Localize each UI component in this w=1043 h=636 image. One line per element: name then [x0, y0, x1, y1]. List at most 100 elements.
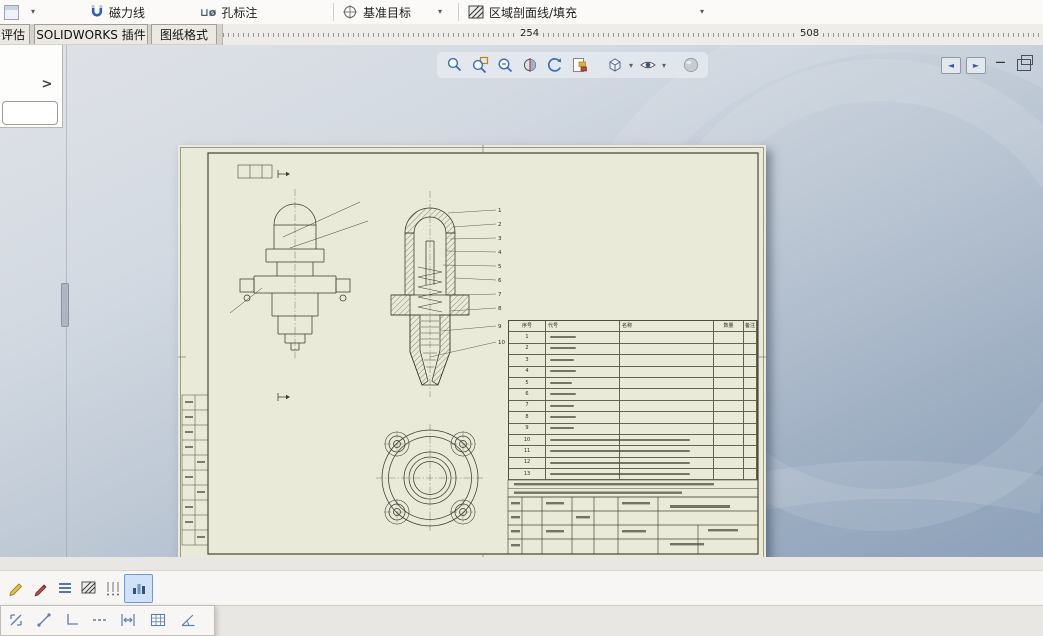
ruler-label: 508 — [796, 28, 823, 39]
bom-cell — [714, 435, 744, 446]
view-settings-sphere-button[interactable] — [679, 54, 702, 77]
bom-cell: 13 — [509, 469, 546, 480]
rotate-view-button[interactable] — [543, 54, 566, 77]
tab-sheet-format[interactable]: 图纸格式 — [151, 24, 217, 44]
bom-cell — [744, 355, 757, 366]
feature-manager-pane: > — [0, 45, 63, 128]
restore-button[interactable] — [1017, 59, 1031, 71]
bom-header-cell: 备注 — [744, 321, 757, 332]
ruler-label: 254 — [516, 28, 543, 39]
bom-cell — [744, 332, 757, 343]
area-hatch-button[interactable]: 区域剖面线/填充 — [464, 0, 581, 24]
next-window-button[interactable]: ► — [966, 57, 986, 74]
bom-cell — [744, 446, 757, 457]
dashed-line-tool-button[interactable] — [91, 611, 109, 629]
zoom-area-button[interactable] — [468, 54, 491, 77]
revision-table — [182, 395, 208, 545]
magnet-line-label: 磁力线 — [109, 4, 145, 21]
minimize-button[interactable]: — — [994, 57, 1007, 68]
angle-tool-button[interactable] — [179, 611, 197, 629]
bom-cell: 6 — [509, 389, 546, 400]
tab-sheet-format-label: 图纸格式 — [160, 26, 208, 43]
svg-text:9: 9 — [498, 324, 502, 330]
svg-text:3: 3 — [498, 236, 502, 242]
datum-target-button[interactable]: 基准目标 — [338, 0, 415, 24]
bom-header-cell: 名称 — [620, 321, 714, 332]
zoom-fit-button[interactable] — [443, 54, 466, 77]
hole-callout-icon: ⊔ø — [200, 6, 216, 19]
bom-cell: 1 — [509, 332, 546, 343]
previous-window-button[interactable]: ◄ — [941, 57, 961, 74]
selected-tool-button[interactable] — [124, 574, 153, 603]
bom-table[interactable]: 序号代号名称数量备注12345678910111213 — [508, 320, 758, 480]
front-view — [230, 170, 368, 401]
ruler-ticks — [223, 33, 1043, 37]
dropdown-caret-icon[interactable]: ▾ — [438, 7, 442, 16]
line-tool-button[interactable] — [35, 611, 53, 629]
bom-cell — [714, 458, 744, 469]
pen-tool-button[interactable] — [32, 579, 50, 597]
zoom-button[interactable] — [493, 54, 516, 77]
bom-cell: 8 — [509, 412, 546, 423]
drawing-sheet[interactable]: 1 2 3 4 5 6 7 8 9 10 — [178, 145, 766, 562]
annotation-toolbar — [0, 570, 1043, 606]
dropdown-caret-icon[interactable]: ▾ — [662, 61, 666, 70]
dropdown-caret-icon[interactable]: ▾ — [31, 7, 35, 16]
highlighter-tool-button[interactable] — [8, 579, 26, 597]
bom-cell — [714, 367, 744, 378]
bom-cell — [546, 367, 620, 378]
bom-cell: 10 — [509, 435, 546, 446]
bom-cell — [744, 469, 757, 480]
tab-bar: 评估 SOLIDWORKS 插件 图纸格式 254 508 — [0, 24, 1043, 46]
display-style-button[interactable] — [636, 54, 659, 77]
bom-header-cell: 代号 — [546, 321, 620, 332]
bom-header-cell: 序号 — [509, 321, 546, 332]
magnet-line-button[interactable]: 磁力线 — [86, 0, 149, 24]
grid-icon[interactable] — [4, 5, 19, 20]
pane-scrollbar-thumb[interactable] — [61, 283, 69, 327]
bom-cell: 3 — [509, 355, 546, 366]
magnet-icon — [90, 4, 104, 20]
bom-cell — [546, 344, 620, 355]
bom-cell — [714, 389, 744, 400]
bom-cell — [744, 378, 757, 389]
hole-callout-button[interactable]: ⊔ø 孔标注 — [196, 0, 261, 24]
tab-evaluate[interactable]: 评估 — [0, 24, 30, 44]
section-view — [391, 208, 496, 385]
tab-evaluate-label: 评估 — [1, 26, 25, 43]
bom-cell — [620, 389, 714, 400]
column-lines-tool-button[interactable] — [104, 579, 122, 597]
hatch-tool-button[interactable] — [80, 579, 98, 597]
section-view-button[interactable] — [518, 54, 541, 77]
tab-solidworks-addins[interactable]: SOLIDWORKS 插件 — [34, 24, 148, 44]
spacing-tool-button[interactable] — [119, 611, 137, 629]
bottom-area — [0, 557, 1043, 636]
graphics-area[interactable]: > — [0, 45, 1043, 557]
view-orientation-button[interactable] — [603, 54, 626, 77]
collapsed-panel-box[interactable] — [2, 101, 58, 125]
sheet-topleft-box — [238, 165, 272, 178]
dropdown-caret-icon[interactable]: ▾ — [700, 7, 704, 16]
expand-pane-button[interactable]: > — [38, 75, 56, 93]
lines-tool-button[interactable] — [56, 579, 74, 597]
svg-text:6: 6 — [498, 278, 502, 284]
bom-cell — [620, 378, 714, 389]
bom-cell — [620, 401, 714, 412]
bom-cell — [714, 446, 744, 457]
bom-cell — [620, 367, 714, 378]
move-arrows-tool-button[interactable] — [7, 611, 25, 629]
title-block — [508, 497, 758, 554]
hole-callout-label: 孔标注 — [221, 4, 257, 21]
area-hatch-label: 区域剖面线/填充 — [489, 4, 577, 21]
apply-scene-button[interactable] — [568, 54, 591, 77]
area-hatch-icon — [468, 5, 484, 19]
dropdown-caret-icon[interactable]: ▾ — [629, 61, 633, 70]
corner-tool-button[interactable] — [63, 611, 81, 629]
tab-addins-label: SOLIDWORKS 插件 — [36, 26, 145, 43]
bom-cell — [714, 412, 744, 423]
bom-cell — [620, 332, 714, 343]
bom-cell — [714, 344, 744, 355]
table-tool-button[interactable] — [149, 611, 167, 629]
horizontal-ruler: 254 508 — [222, 24, 1043, 45]
bom-cell — [744, 412, 757, 423]
